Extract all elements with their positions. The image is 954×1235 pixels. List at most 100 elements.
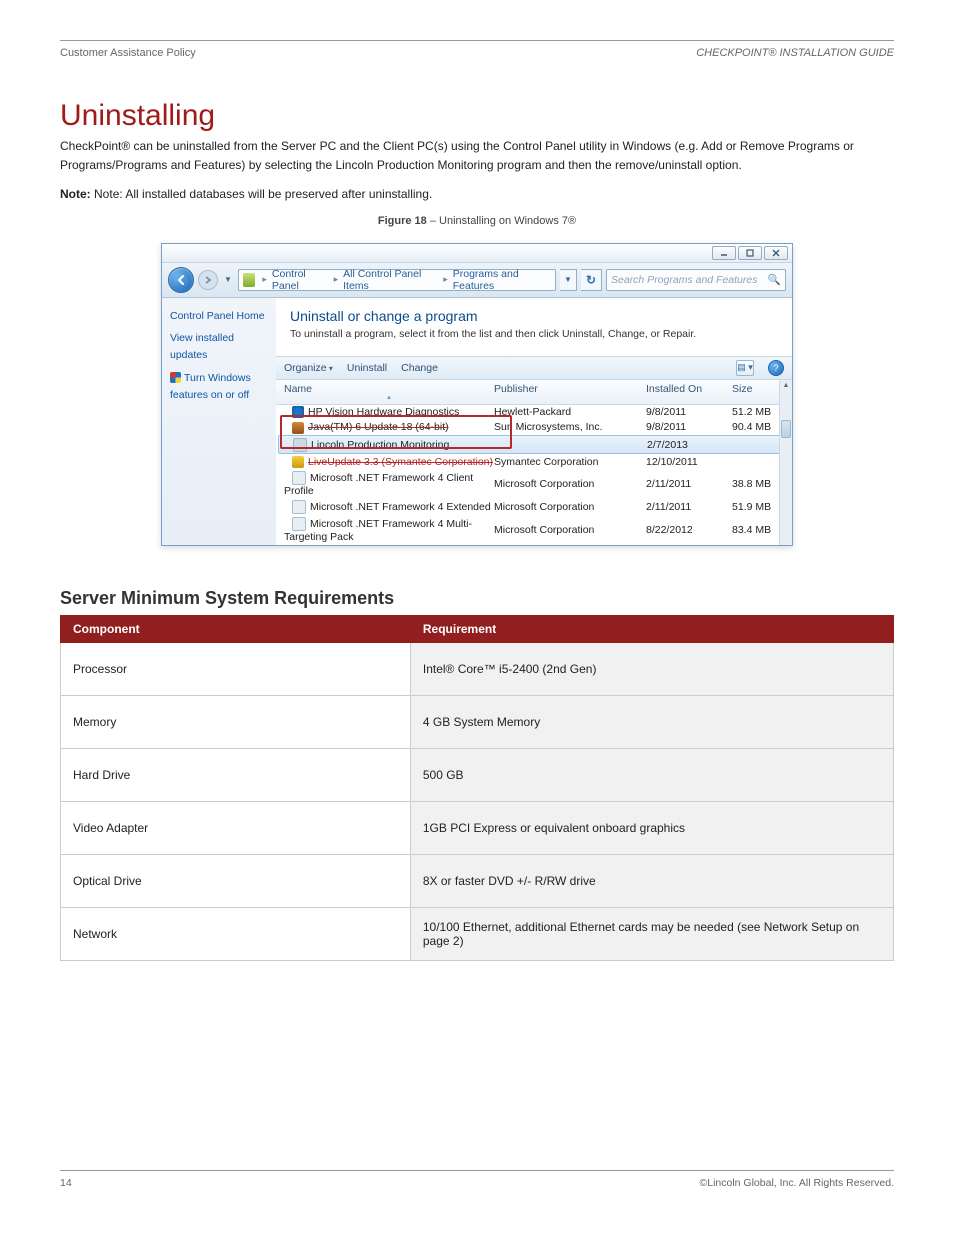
program-publisher: Sun Microsystems, Inc. — [494, 421, 646, 433]
program-icon — [292, 500, 306, 514]
section-paragraph-1: CheckPoint® can be uninstalled from the … — [60, 137, 894, 175]
section-note: Note: Note: All installed databases will… — [60, 185, 894, 204]
spec-row: Network10/100 Ethernet, additional Ether… — [61, 907, 894, 960]
program-installed-on: 2/7/2013 — [647, 439, 733, 451]
breadcrumb-item-control-panel[interactable]: Control Panel — [272, 268, 329, 292]
program-row[interactable]: Java(TM) 6 Update 18 (64-bit) Sun Microsy… — [276, 420, 792, 435]
address-dropdown-button[interactable]: ▼ — [560, 269, 577, 291]
breadcrumb-bar[interactable]: ▸ Control Panel ▸ All Control Panel Item… — [238, 269, 556, 291]
note-prefix: Note: — [60, 187, 91, 201]
refresh-button[interactable]: ↻ — [581, 269, 602, 291]
program-row[interactable]: HP Vision Hardware DiagnosticsHewlett-Pa… — [276, 405, 792, 420]
spec-component: Network — [61, 907, 411, 960]
breadcrumb-sep-icon: ▸ — [440, 274, 451, 285]
program-installed-on: 12/10/2011 — [646, 456, 732, 468]
nav-view-installed-updates[interactable]: View installed updates — [170, 330, 268, 364]
program-icon — [292, 456, 304, 468]
spec-component: Memory — [61, 695, 411, 748]
change-button[interactable]: Change — [401, 362, 438, 374]
spec-component: Processor — [61, 642, 411, 695]
program-name: LiveUpdate 3.3 (Symantec Corporation) — [308, 456, 493, 468]
program-icon — [293, 438, 307, 452]
close-button[interactable] — [764, 246, 788, 260]
spec-col-component: Component — [61, 615, 411, 642]
program-row[interactable]: Lincoln Production Monitoring2/7/2013 — [278, 435, 790, 454]
view-button[interactable]: ▤ ▾ — [736, 360, 754, 376]
scroll-thumb[interactable] — [781, 420, 791, 438]
screenshot-programs-and-features: ▼ ▸ Control Panel ▸ All Control Panel It… — [161, 243, 793, 546]
spec-component: Optical Drive — [61, 854, 411, 907]
pane-toolbar: Organize Uninstall Change ▤ ▾ ? — [276, 356, 792, 380]
uninstall-button[interactable]: Uninstall — [347, 362, 387, 374]
program-name: Microsoft .NET Framework 4 Extended — [310, 501, 491, 513]
header-left-text: Customer Assistance Policy — [60, 47, 196, 59]
figure-caption: Figure 18 – Uninstalling on Windows 7® — [60, 215, 894, 227]
nav-forward-button[interactable] — [198, 270, 218, 290]
nav-control-panel-home[interactable]: Control Panel Home — [170, 308, 268, 325]
section-heading: Uninstalling — [60, 99, 894, 133]
program-icon — [292, 422, 304, 434]
program-list: Name▴ Publisher Installed On Size HP Vis… — [276, 380, 792, 545]
spec-row: Video Adapter1GB PCI Express or equivale… — [61, 801, 894, 854]
footer-copyright: ©Lincoln Global, Inc. All Rights Reserve… — [700, 1177, 895, 1189]
nav-back-button[interactable] — [168, 267, 194, 293]
pane-subtitle: To uninstall a program, select it from t… — [290, 328, 778, 340]
breadcrumb-sep-icon: ▸ — [331, 274, 342, 285]
search-input[interactable]: Search Programs and Features 🔍 — [606, 269, 786, 291]
program-name: HP Vision Hardware Diagnostics — [308, 406, 459, 418]
scroll-up-icon[interactable]: ▲ — [780, 380, 792, 392]
header-rule — [60, 40, 894, 41]
program-installed-on: 2/11/2011 — [646, 478, 732, 490]
spec-component: Video Adapter — [61, 801, 411, 854]
maximize-button[interactable] — [738, 246, 762, 260]
organize-button[interactable]: Organize — [284, 362, 333, 374]
program-name: Microsoft .NET Framework 4 Client Profil… — [284, 472, 473, 497]
footer-page-number: 14 — [60, 1177, 72, 1189]
spec-row: ProcessorIntel® Core™ i5-2400 (2nd Gen) — [61, 642, 894, 695]
right-pane: Uninstall or change a program To uninsta… — [276, 298, 792, 545]
breadcrumb-item-all-items[interactable]: All Control Panel Items — [343, 268, 438, 292]
nav-turn-windows-features[interactable]: Turn Windows features on or off — [170, 370, 268, 404]
pane-title: Uninstall or change a program — [290, 308, 778, 324]
footer-rule — [60, 1170, 894, 1171]
program-installed-on: 9/8/2011 — [646, 421, 732, 433]
page-header: Customer Assistance Policy CHECKPOINT® I… — [60, 47, 894, 59]
spec-row: Memory4 GB System Memory — [61, 695, 894, 748]
spec-requirement: 1GB PCI Express or equivalent onboard gr… — [410, 801, 893, 854]
nav-history-dropdown[interactable]: ▼ — [222, 275, 234, 284]
spec-requirement: 10/100 Ethernet, additional Ethernet car… — [410, 907, 893, 960]
program-row[interactable]: Microsoft .NET Framework 4 ExtendedMicro… — [276, 498, 792, 515]
breadcrumb-item-programs[interactable]: Programs and Features — [453, 268, 551, 292]
program-row[interactable]: LiveUpdate 3.3 (Symantec Corporation)Sym… — [276, 454, 792, 469]
spec-requirement: 500 GB — [410, 748, 893, 801]
search-placeholder: Search Programs and Features — [611, 274, 758, 286]
control-panel-icon — [243, 273, 255, 287]
spec-heading: Server Minimum System Requirements — [60, 588, 894, 609]
program-icon — [292, 406, 304, 418]
program-publisher: Microsoft Corporation — [494, 478, 646, 490]
page-footer: 14 ©Lincoln Global, Inc. All Rights Rese… — [60, 1177, 894, 1189]
help-button[interactable]: ? — [768, 360, 784, 376]
program-row[interactable]: Microsoft .NET Framework 4 Multi-Targeti… — [276, 515, 792, 544]
program-name: Microsoft .NET Framework 4 Multi-Targeti… — [284, 518, 472, 543]
program-publisher: Microsoft Corporation — [494, 501, 646, 513]
program-name: Java(TM) 6 Update 18 (64-bit) — [308, 422, 449, 434]
vertical-scrollbar[interactable]: ▲ — [779, 380, 792, 545]
program-installed-on: 8/22/2012 — [646, 524, 732, 536]
left-nav: Control Panel Home View installed update… — [162, 298, 276, 545]
minimize-button[interactable] — [712, 246, 736, 260]
program-icon — [292, 471, 306, 485]
program-publisher: Symantec Corporation — [494, 456, 646, 468]
breadcrumb-sep-icon: ▸ — [259, 274, 270, 285]
spec-component: Hard Drive — [61, 748, 411, 801]
program-row[interactable]: Microsoft .NET Framework 4 Client Profil… — [276, 469, 792, 498]
program-icon — [292, 517, 306, 531]
spec-row: Hard Drive500 GB — [61, 748, 894, 801]
search-icon: 🔍 — [768, 273, 781, 286]
spec-requirement: 8X or faster DVD +/- R/RW drive — [410, 854, 893, 907]
shield-icon — [170, 372, 181, 383]
list-header[interactable]: Name▴ Publisher Installed On Size — [276, 380, 792, 405]
spec-requirement: 4 GB System Memory — [410, 695, 893, 748]
program-installed-on: 2/11/2011 — [646, 501, 732, 513]
spec-row: Optical Drive8X or faster DVD +/- R/RW d… — [61, 854, 894, 907]
